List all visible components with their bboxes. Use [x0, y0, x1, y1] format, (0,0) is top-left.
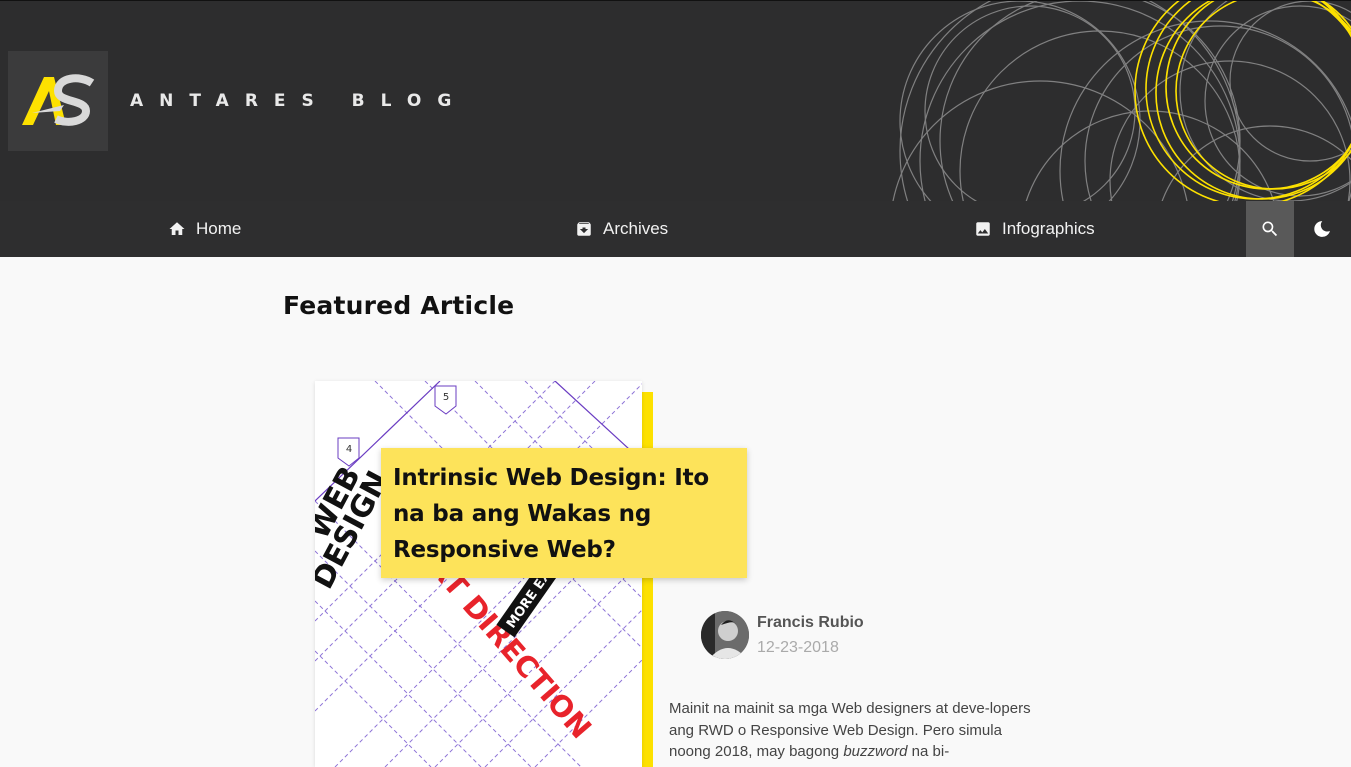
nav-label-infographics: Infographics [1002, 219, 1095, 238]
featured-headline-card: Intrinsic Web Design: Ito na ba ang Waka… [381, 448, 747, 578]
main-navbar: Home Archives Infographics [0, 201, 1351, 257]
theme-toggle-button[interactable] [1300, 201, 1344, 257]
decorative-rings [892, 1, 1351, 201]
site-logo[interactable] [8, 51, 108, 151]
logo-mark-icon [22, 74, 95, 126]
avatar-portrait-icon [701, 611, 749, 659]
author-name[interactable]: Francis Rubio [757, 614, 864, 632]
nav-label-home: Home [196, 219, 242, 238]
search-icon [1262, 221, 1278, 237]
article-excerpt: Mainit na mainit sa mga Web designers at… [669, 698, 1041, 763]
site-title: ANTARES BLOG [130, 91, 468, 111]
post-date: 12-23-2018 [757, 639, 839, 656]
search-button[interactable] [1246, 201, 1294, 257]
moon-icon [1314, 221, 1330, 237]
nav-label-archives: Archives [603, 219, 669, 238]
archive-icon [577, 222, 591, 236]
image-icon [976, 222, 990, 236]
excerpt-text-2: na bi- [907, 743, 950, 760]
nav-item-archives[interactable]: Archives [575, 201, 668, 257]
masthead: ANTARES BLOG [0, 0, 1351, 201]
author-avatar [701, 611, 749, 659]
section-title: Featured Article [283, 291, 515, 320]
featured-headline-link[interactable]: Intrinsic Web Design: Ito na ba ang Waka… [393, 460, 735, 568]
nav-item-home[interactable]: Home [168, 201, 241, 257]
cover-step-5: 5 [443, 392, 449, 403]
cover-step-4: 4 [346, 444, 352, 455]
excerpt-emphasis: buzzword [843, 743, 908, 760]
home-icon [169, 222, 185, 235]
nav-item-infographics[interactable]: Infographics [974, 201, 1095, 257]
